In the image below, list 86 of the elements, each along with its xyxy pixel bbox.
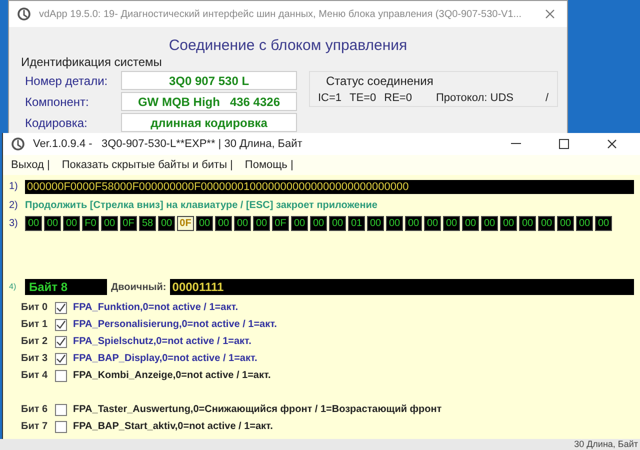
byte-cell[interactable]: 00	[215, 216, 232, 231]
maximize-icon	[559, 139, 569, 149]
byte-cell[interactable]: 00	[310, 216, 327, 231]
byte-cell[interactable]: 00	[500, 216, 517, 231]
byte-cell[interactable]: 00	[63, 216, 80, 231]
te-value: TE=0	[350, 91, 376, 106]
close-icon	[545, 9, 555, 19]
bit-label: Бит 3	[21, 352, 49, 366]
connection-heading: Соединение с блоком управления	[168, 37, 408, 54]
window-title: vdApp 19.5.0: 19- Диагностический интерфейс шин данных, Меню блока управления (3Q0-907-530-V1...	[39, 8, 522, 22]
bit-label: Бит 4	[21, 369, 49, 383]
byte-cell[interactable]: 00	[576, 216, 593, 231]
byte-indicator: Байт 8	[25, 279, 107, 295]
app-logo-icon	[11, 137, 25, 151]
byte-cell[interactable]: 00	[557, 216, 574, 231]
bit-checkbox[interactable]	[55, 420, 67, 432]
byte-cell[interactable]: 00	[481, 216, 498, 231]
app-logo-icon	[17, 7, 31, 21]
byte-cell[interactable]: 00	[329, 216, 346, 231]
status-text: 30 Длина, Байт	[574, 439, 638, 450]
bit-checkbox[interactable]	[55, 404, 67, 416]
byte-cell[interactable]: 00	[595, 216, 612, 231]
bit-label: Бит 7	[21, 420, 49, 434]
bit-description: FPA_BAP_Start_aktiv,0=not active / 1=акт.	[73, 420, 273, 434]
ic-value: IC=1	[318, 91, 342, 106]
byte-cell[interactable]: 00	[424, 216, 441, 231]
bit-label: Бит 6	[21, 403, 49, 417]
bit-checkbox[interactable]	[55, 370, 67, 382]
menu-item[interactable]: Показать скрытые байты и биты |	[62, 156, 233, 174]
byte-cell[interactable]: F0	[82, 216, 99, 231]
identification-title: Идентификация системы	[21, 55, 163, 69]
bit-label: Бит 2	[21, 335, 49, 349]
byte-cell[interactable]: 0F	[272, 216, 289, 231]
row-label: 1)	[9, 180, 19, 194]
bit-checkbox[interactable]	[55, 352, 67, 364]
byte-cell[interactable]: 00	[405, 216, 422, 231]
close-icon	[607, 139, 617, 149]
byte-cell[interactable]: 00	[291, 216, 308, 231]
byte-cell[interactable]: 00	[44, 216, 61, 231]
bit-checkbox[interactable]	[55, 318, 67, 330]
hex-string-field: 000000F0000F58000F000000000F0000000100000000000000000000000000	[25, 180, 634, 194]
byte-cell[interactable]: 00	[196, 216, 213, 231]
bit-checkbox[interactable]	[55, 336, 67, 348]
field-label: Кодировка:	[25, 114, 88, 132]
field-label: Компонент:	[25, 94, 90, 110]
bit-description: FPA_Funktion,0=not active / 1=акт.	[73, 301, 238, 315]
byte-cell[interactable]: 00	[101, 216, 118, 231]
bit-checkbox[interactable]	[55, 302, 67, 314]
byte-cell[interactable]: 00	[253, 216, 270, 231]
bit-description: FPA_Taster_Auswertung,0=Снижающийся фронт / 1=Возрастающий фронт	[73, 403, 442, 417]
field-value: GW MQB High 436 4326	[121, 92, 297, 111]
row-label: 4)	[9, 281, 18, 293]
instruction-text: Продолжить [Стрелка вниз] на клавиатуре / [ESC] закроет приложение	[25, 199, 378, 213]
row-label: 2)	[9, 199, 19, 213]
bit-description: FPA_Spielschutz,0=not active / 1=акт.	[73, 335, 252, 349]
re-value: RE=0	[384, 91, 412, 106]
protocol-value: Протокол: UDS	[436, 91, 514, 106]
window-title: Ver.1.0.9.4 - 3Q0-907-530-L**EXP** | 30 Длина, Байт	[33, 136, 302, 152]
byte-cell[interactable]: 00	[443, 216, 460, 231]
byte-cell[interactable]: 58	[139, 216, 156, 231]
binary-label: Двоичный:	[111, 280, 166, 294]
byte-cell[interactable]: 00	[158, 216, 175, 231]
field-value: 3Q0 907 530 L	[121, 71, 297, 90]
byte-cell[interactable]: 00	[25, 216, 42, 231]
bit-label: Бит 0	[21, 301, 49, 315]
binary-value-field: 00001111	[170, 279, 634, 295]
byte-cell[interactable]: 00	[367, 216, 384, 231]
byte-cell[interactable]: 00	[386, 216, 403, 231]
field-label: Номер детали:	[25, 72, 109, 90]
byte-cell[interactable]: 0F	[120, 216, 137, 231]
activity-indicator: /	[545, 91, 549, 106]
minimize-icon	[511, 143, 521, 145]
byte-cell[interactable]: 00	[519, 216, 536, 231]
byte-cell[interactable]: 01	[348, 216, 365, 231]
status-title: Статус соединения	[325, 73, 434, 90]
row-label: 3)	[9, 217, 19, 231]
menu-item[interactable]: Выход |	[11, 156, 50, 174]
menu-item[interactable]: Помощь |	[244, 156, 294, 174]
byte-cell[interactable]: 00	[538, 216, 555, 231]
byte-cell[interactable]: 00	[462, 216, 479, 231]
bit-description: FPA_BAP_Display,0=not active / 1=акт.	[73, 352, 258, 366]
bit-description: FPA_Kombi_Anzeige,0=not active / 1=акт.	[73, 369, 271, 383]
bit-label: Бит 1	[21, 318, 49, 332]
bit-description: FPA_Personalisierung,0=not active / 1=акт.	[73, 318, 277, 332]
byte-cell[interactable]: 00	[234, 216, 251, 231]
field-value: длинная кодировка	[121, 113, 297, 132]
